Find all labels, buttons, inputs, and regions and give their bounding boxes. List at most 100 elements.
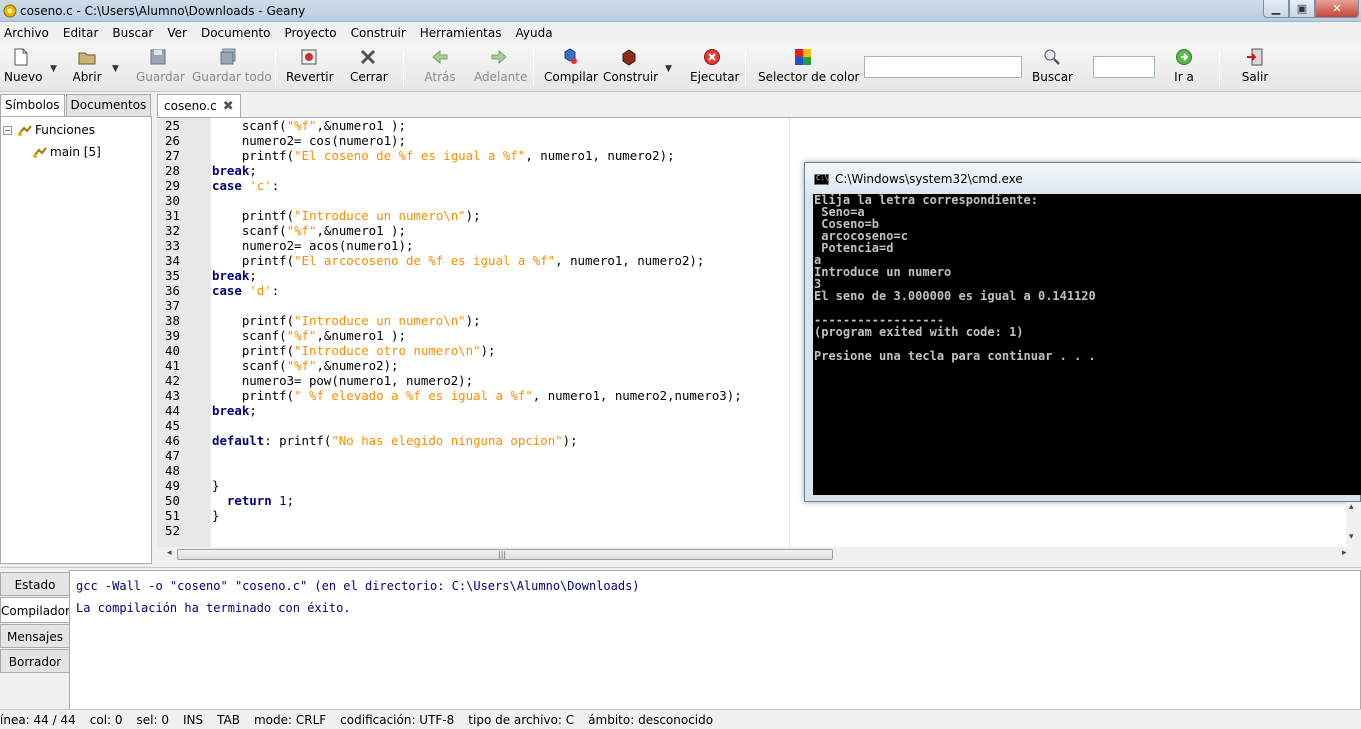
tab-documents[interactable]: Documentos bbox=[65, 94, 152, 116]
new-button[interactable]: Nuevo bbox=[4, 48, 42, 90]
code-text: printf("Introduce otro numero\n"); bbox=[212, 343, 496, 358]
code-text: numero2= acos(numero1); bbox=[212, 238, 414, 253]
status-encoding: codificación: UTF-8 bbox=[340, 712, 455, 727]
code-token: "%f" bbox=[286, 118, 317, 133]
search-button[interactable]: Buscar bbox=[1032, 48, 1073, 90]
console-line: Potencia=d bbox=[814, 241, 894, 255]
toolbar: Nuevo ▼ Abrir ▼ Guardar Guardar todo Rev… bbox=[0, 44, 1361, 92]
tab-mensajes[interactable]: Mensajes bbox=[0, 624, 69, 648]
save-button-label: Guardar bbox=[136, 70, 185, 84]
line-number: 40 bbox=[165, 343, 180, 358]
open-folder-icon bbox=[78, 52, 96, 65]
code-token: "El arcocoseno de %f es igual a %f" bbox=[294, 253, 556, 268]
close-file-button[interactable]: Cerrar bbox=[350, 48, 388, 90]
execute-button[interactable]: Ejecutar bbox=[690, 48, 740, 90]
forward-button[interactable]: Adelante bbox=[474, 48, 527, 90]
scroll-right-arrow[interactable]: ▸ bbox=[1342, 548, 1347, 558]
horizontal-scroll-thumb[interactable]: ||| bbox=[177, 549, 833, 560]
scroll-down-arrow[interactable]: ▾ bbox=[1349, 532, 1354, 542]
symbols-tree: − Funciones main [5] bbox=[0, 116, 152, 564]
menu-herramientas[interactable]: Herramientas bbox=[420, 26, 502, 40]
tree-group-label: Funciones bbox=[35, 123, 95, 137]
tree-item-main[interactable]: main [5] bbox=[33, 145, 101, 159]
color-picker-button[interactable]: Selector de color bbox=[758, 48, 859, 90]
save-all-button[interactable]: Guardar todo bbox=[192, 48, 272, 90]
tab-estado[interactable]: Estado bbox=[0, 572, 69, 596]
code-token: case bbox=[212, 178, 242, 193]
code-text: printf(" %f elevado a %f es igual a %f",… bbox=[212, 388, 742, 403]
line-number: 26 bbox=[165, 133, 180, 148]
console-line: El seno de 3.000000 es igual a 0.141120 bbox=[814, 289, 1096, 303]
revert-button[interactable]: Revertir bbox=[286, 48, 334, 90]
tab-coseno-c[interactable]: coseno.c ✖ bbox=[157, 94, 241, 117]
line-number: 25 bbox=[165, 118, 180, 133]
cmd-icon: C:\ bbox=[814, 174, 829, 185]
horizontal-scrollbar[interactable]: ||| ◂ ▸ bbox=[167, 547, 1357, 561]
cmd-title-bar[interactable]: C:\ C:\Windows\system32\cmd.exe bbox=[805, 163, 1361, 194]
line-number: 30 bbox=[165, 193, 180, 208]
code-token: } bbox=[212, 478, 220, 493]
code-token: scanf( bbox=[212, 118, 287, 133]
back-button[interactable]: Atrás bbox=[424, 48, 456, 90]
code-token: printf( bbox=[212, 343, 295, 358]
goto-line-input[interactable] bbox=[1093, 56, 1155, 78]
cmd-window[interactable]: C:\ C:\Windows\system32\cmd.exe Elija la… bbox=[804, 162, 1361, 502]
code-text: printf("Introduce un numero\n"); bbox=[212, 208, 481, 223]
menu-proyecto[interactable]: Proyecto bbox=[284, 26, 336, 40]
code-token: break bbox=[212, 268, 250, 283]
status-ins: INS bbox=[182, 712, 204, 727]
tab-symbols[interactable]: Símbolos bbox=[0, 94, 65, 116]
code-text: scanf("%f",&numero1 ); bbox=[212, 328, 406, 343]
cmd-console-output[interactable]: Elija la letra correspondiente: Seno=a C… bbox=[813, 194, 1361, 495]
geany-app-icon bbox=[3, 4, 17, 18]
vertical-scrollbar[interactable]: ▴ ▾ bbox=[1346, 502, 1361, 547]
menu-documento[interactable]: Documento bbox=[201, 26, 271, 40]
maximize-button[interactable]: ▣ bbox=[1289, 0, 1315, 18]
code-token: ; bbox=[249, 163, 257, 178]
close-tab-icon[interactable]: ✖ bbox=[223, 99, 234, 114]
code-token: ,&numero1 ); bbox=[316, 223, 406, 238]
code-token: "El coseno de %f es igual a %f" bbox=[294, 148, 526, 163]
menu-archivo[interactable]: Archivo bbox=[4, 26, 49, 40]
compiler-output[interactable]: gcc -Wall -o "coseno" "coseno.c" (en el … bbox=[69, 570, 1361, 710]
scroll-left-arrow[interactable]: ◂ bbox=[167, 548, 172, 558]
goto-button[interactable]: Ir a bbox=[1168, 48, 1200, 90]
save-button[interactable]: Guardar bbox=[136, 48, 185, 90]
menu-ayuda[interactable]: Ayuda bbox=[516, 26, 553, 40]
code-token: default bbox=[212, 433, 265, 448]
scroll-up-arrow[interactable]: ▴ bbox=[1349, 502, 1354, 512]
code-text: } bbox=[212, 478, 219, 493]
status-col: col: 0 bbox=[89, 712, 123, 727]
build-button[interactable]: Construir bbox=[603, 48, 658, 90]
line-number: 51 bbox=[165, 508, 180, 523]
tab-borrador[interactable]: Borrador bbox=[0, 649, 69, 673]
code-token: "Introduce un numero\n" bbox=[294, 313, 466, 328]
new-dropdown-arrow[interactable]: ▼ bbox=[50, 64, 57, 74]
line-number: 52 bbox=[165, 523, 180, 538]
menu-editar[interactable]: Editar bbox=[63, 26, 99, 40]
line-number: 32 bbox=[165, 223, 180, 238]
open-dropdown-arrow[interactable]: ▼ bbox=[112, 64, 119, 74]
open-button[interactable]: Abrir bbox=[72, 48, 102, 90]
compile-button[interactable]: Compilar bbox=[544, 48, 598, 90]
close-window-button[interactable]: ✕ bbox=[1315, 0, 1359, 18]
status-tab: TAB bbox=[217, 712, 240, 727]
search-input[interactable] bbox=[864, 56, 1022, 78]
tree-group-funciones[interactable]: − Funciones bbox=[3, 123, 95, 137]
tree-expander[interactable]: − bbox=[3, 125, 12, 135]
menu-buscar[interactable]: Buscar bbox=[112, 26, 153, 40]
minimize-button[interactable]: ▁ bbox=[1263, 0, 1289, 18]
goto-arrow-icon bbox=[1176, 49, 1192, 65]
code-token: ); bbox=[465, 313, 481, 328]
code-token: "Introduce otro numero\n" bbox=[294, 343, 481, 358]
arrow-right-icon bbox=[491, 49, 507, 65]
menu-ver[interactable]: Ver bbox=[167, 26, 187, 40]
editor-tab-label: coseno.c bbox=[164, 99, 217, 113]
code-token: "%f" bbox=[286, 328, 317, 343]
line-number: 41 bbox=[165, 358, 180, 373]
menu-construir[interactable]: Construir bbox=[351, 26, 406, 40]
line-number: 37 bbox=[165, 298, 180, 313]
tab-compilador[interactable]: Compilador bbox=[0, 597, 70, 623]
quit-button[interactable]: Salir bbox=[1238, 48, 1272, 90]
build-dropdown-arrow[interactable]: ▼ bbox=[665, 64, 672, 74]
